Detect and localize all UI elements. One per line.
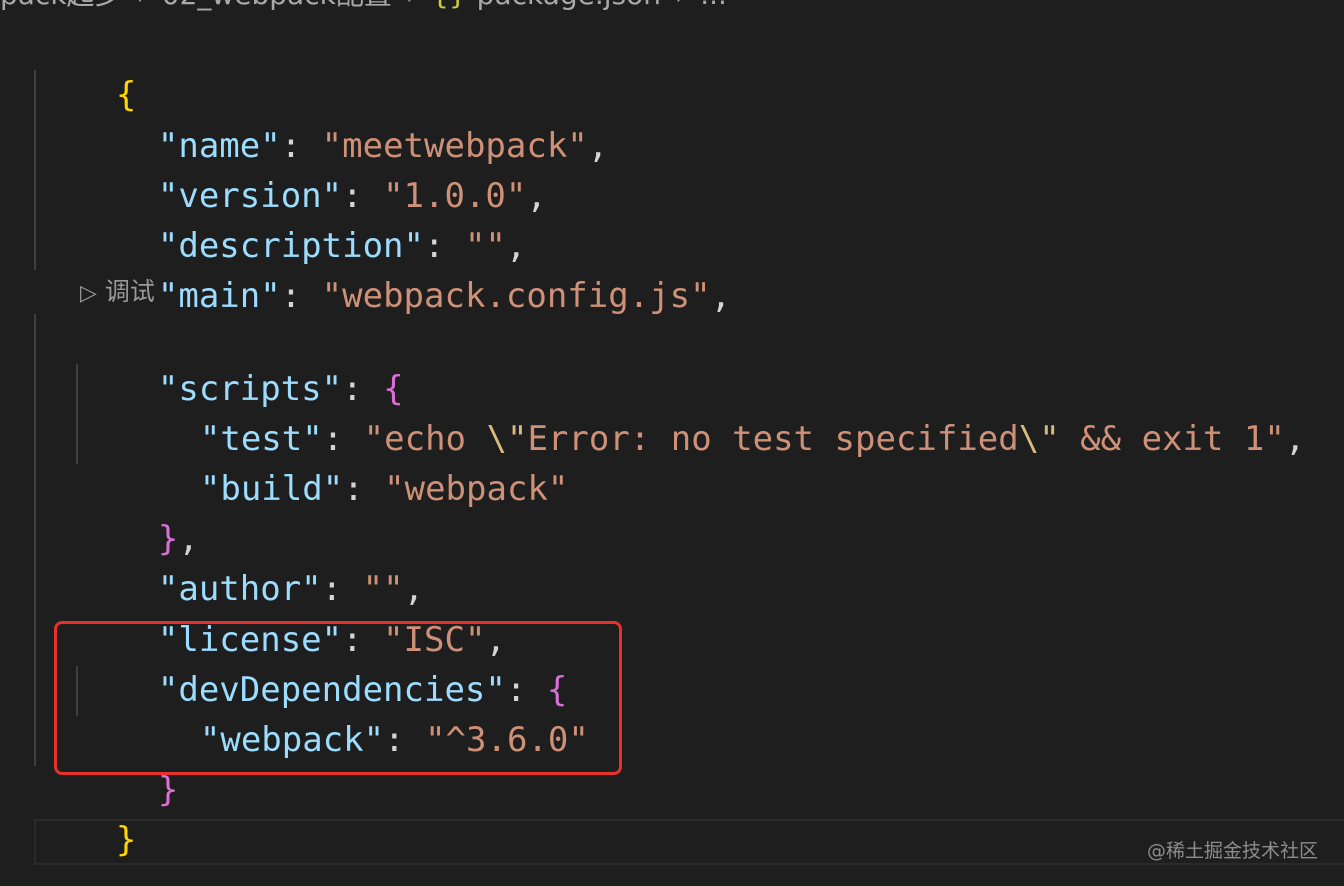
chevron-right-icon: › — [406, 0, 417, 11]
debug-codelens[interactable]: ▷ 调试 — [80, 274, 155, 310]
breadcrumb-subfolder[interactable]: 02_webpack配置 — [162, 0, 392, 11]
breadcrumb: pack起步 › 02_webpack配置 › {} package.json ›... — [0, 0, 727, 12]
code-editor[interactable]: pack起步›02_webpack配置›{}package.json›... {… — [0, 0, 1344, 886]
json-key-build: "build" — [199, 469, 344, 509]
codelens-label: 调试 — [104, 277, 155, 306]
annotation-highlight-box — [54, 621, 622, 775]
code-line[interactable]: "license": "ISC", — [76, 565, 506, 660]
json-value-test-part: && exit 1" — [1059, 419, 1285, 459]
json-key-main: "main" — [157, 276, 281, 316]
code-line[interactable]: "version": "1.0.0", — [76, 121, 547, 216]
watermark: @稀土掘金技术社区 — [1146, 840, 1318, 862]
code-line[interactable]: "author": "", — [76, 514, 424, 609]
code-line[interactable]: }, — [76, 464, 199, 559]
indent-guide — [34, 314, 36, 766]
devdependencies-close-brace: } — [157, 770, 179, 810]
escape-sequence: \" — [1018, 419, 1060, 459]
code-line[interactable]: "test": "echo \"Error: no test specified… — [118, 364, 1305, 459]
json-value-main: "webpack.config.js" — [321, 276, 711, 316]
code-line[interactable]: "scripts": { — [76, 314, 404, 409]
json-value-build: "webpack" — [384, 469, 569, 509]
breadcrumb-file[interactable]: package.json — [477, 0, 661, 11]
breadcrumb-more[interactable]: ... — [700, 0, 727, 11]
code-line[interactable]: { — [34, 20, 136, 115]
breadcrumb-folder[interactable]: pack起步 — [0, 0, 123, 11]
code-line[interactable]: "build": "webpack" — [118, 414, 568, 509]
json-file-icon: {} — [431, 0, 467, 11]
chevron-right-icon: › — [675, 0, 686, 11]
debug-triangle-icon: ▷ — [80, 281, 97, 306]
code-line[interactable]: "main": "webpack.config.js", — [76, 221, 731, 316]
json-value-test-part: Error: no test specified — [527, 419, 1019, 459]
code-line[interactable]: "name": "meetwebpack", — [76, 71, 608, 166]
code-line[interactable]: "description": "", — [76, 171, 527, 266]
chevron-right-icon: › — [137, 0, 148, 11]
